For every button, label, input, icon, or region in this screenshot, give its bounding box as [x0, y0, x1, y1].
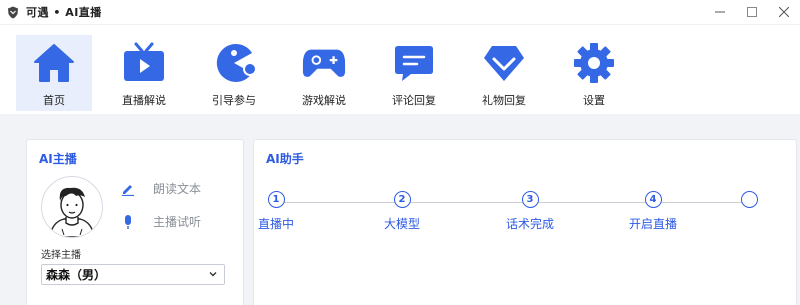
- title-bar: 可遇 • AI直播: [0, 0, 800, 24]
- step-number: 2: [393, 191, 411, 208]
- gear-icon: [572, 41, 616, 85]
- maximize-icon: [747, 7, 757, 17]
- panel-title: AI主播: [39, 152, 77, 166]
- panel-title: AI助手: [266, 152, 304, 166]
- step-item: [709, 191, 789, 208]
- microphone-icon: [121, 214, 135, 230]
- tool-game-commentary[interactable]: 游戏解说: [286, 35, 362, 111]
- step-item: 2 大模型: [362, 191, 442, 232]
- tool-gift-reply[interactable]: 礼物回复: [466, 35, 542, 111]
- step-end-marker: [740, 191, 758, 208]
- tool-label: 游戏解说: [302, 94, 346, 107]
- avatar-illustration: [49, 187, 95, 237]
- home-icon: [32, 41, 76, 85]
- tool-label: 评论回复: [392, 94, 436, 107]
- gift-diamond-icon: [482, 41, 526, 85]
- step-number: 4: [644, 191, 662, 208]
- pacman-icon: [212, 41, 256, 85]
- step-item: 4 开启直播: [613, 191, 693, 232]
- read-text-label: 朗读文本: [153, 182, 202, 196]
- maximize-button[interactable]: [736, 0, 768, 24]
- tool-label: 首页: [43, 94, 65, 107]
- tool-home[interactable]: 首页: [16, 35, 92, 111]
- tool-settings[interactable]: 设置: [556, 35, 632, 111]
- ai-anchor-panel: AI主播 朗读文本 主播试听 选择主播 森森（男）: [26, 139, 244, 305]
- tool-comment-reply[interactable]: 评论回复: [376, 35, 452, 111]
- close-button[interactable]: [768, 0, 800, 24]
- tool-label: 引导参与: [212, 94, 256, 107]
- step-label: 大模型: [383, 217, 420, 231]
- step-label: 直播中: [257, 217, 294, 231]
- comment-icon: [392, 41, 436, 85]
- window-title: 可遇 • AI直播: [26, 6, 102, 19]
- gamepad-icon: [302, 41, 346, 85]
- tool-guide-participation[interactable]: 引导参与: [196, 35, 272, 111]
- tool-label: 礼物回复: [482, 94, 526, 107]
- main-toolbar: 首页 直播解说 引导参与 游戏解说 评论回复 礼物回复 设置: [0, 24, 800, 114]
- tv-play-icon: [122, 41, 166, 85]
- pen-icon: [121, 181, 135, 197]
- read-text-button[interactable]: 朗读文本: [121, 180, 201, 197]
- minimize-button[interactable]: [704, 0, 736, 24]
- app-shield-icon: [6, 5, 20, 19]
- close-icon: [779, 7, 789, 17]
- anchor-select-value: 森森（男）: [46, 268, 107, 282]
- tool-label: 设置: [583, 94, 605, 107]
- chevron-down-icon: [207, 268, 219, 280]
- ai-assistant-panel: AI助手 1 直播中 2 大模型 3 话术完成 4 开启直播: [253, 139, 797, 305]
- preview-voice-button[interactable]: 主播试听: [121, 213, 201, 230]
- step-label: 话术完成: [505, 217, 554, 231]
- step-number: 3: [521, 191, 539, 208]
- anchor-select[interactable]: 森森（男）: [41, 264, 225, 285]
- step-item: 3 话术完成: [490, 191, 570, 232]
- step-label: 开启直播: [628, 217, 677, 231]
- minimize-icon: [715, 11, 725, 13]
- tool-label: 直播解说: [122, 94, 166, 107]
- select-anchor-label: 选择主播: [41, 250, 81, 261]
- step-number: 1: [267, 191, 285, 208]
- avatar[interactable]: [41, 176, 103, 238]
- tool-live-commentary[interactable]: 直播解说: [106, 35, 182, 111]
- step-item: 1 直播中: [236, 191, 316, 232]
- preview-voice-label: 主播试听: [153, 215, 202, 229]
